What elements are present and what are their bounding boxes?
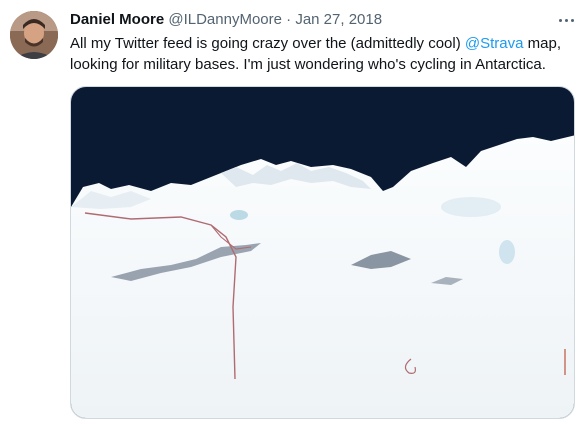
- author-handle[interactable]: @ILDannyMoore: [168, 11, 282, 28]
- more-options-button[interactable]: [556, 10, 576, 30]
- tweet-text-start: All my Twitter feed is going crazy over …: [70, 35, 465, 52]
- author-name[interactable]: Daniel Moore: [70, 11, 164, 28]
- tweet-date[interactable]: Jan 27, 2018: [295, 11, 382, 28]
- mention-link[interactable]: @Strava: [465, 35, 524, 52]
- tweet-text: All my Twitter feed is going crazy over …: [70, 33, 580, 75]
- more-horizontal-icon: [558, 18, 562, 22]
- tweet-header: Daniel Moore @ILDannyMoore · Jan 27, 201…: [70, 10, 550, 30]
- header-separator: ·: [286, 11, 292, 28]
- tweet: Daniel Moore @ILDannyMoore · Jan 27, 201…: [0, 0, 587, 428]
- avatar-image: [10, 11, 58, 59]
- tweet-media-image[interactable]: [70, 86, 575, 419]
- antarctica-map-image: [71, 87, 574, 418]
- avatar[interactable]: [10, 11, 58, 59]
